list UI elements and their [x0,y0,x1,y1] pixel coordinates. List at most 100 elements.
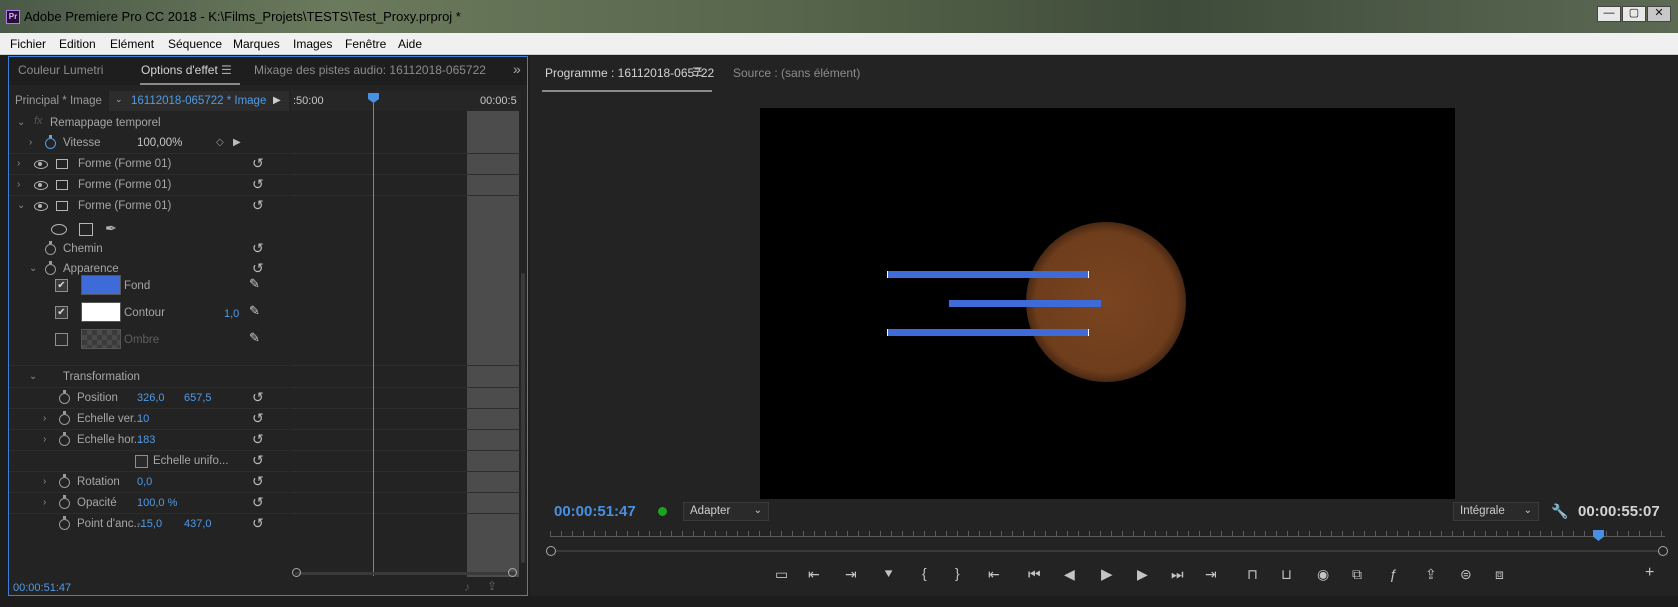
stroke-checkbox[interactable]: ✔ [55,306,68,319]
menu-fichier[interactable]: Fichier [10,37,46,51]
reset-icon[interactable]: ↺ [252,176,264,193]
property-opacity[interactable]: › Opacité 100,0 % ↺ [11,493,289,513]
tab-lumetri-color[interactable]: Couleur Lumetri [18,63,103,77]
safe-margins-icon[interactable]: ▭ [775,566,788,583]
property-scale-horizontal[interactable]: › Echelle hor... 183 ↺ [11,430,289,450]
tab-program[interactable]: Programme : 16112018-065722 [545,66,714,80]
stopwatch-icon[interactable] [45,241,56,255]
opacity-value[interactable]: 100,0 % [137,497,177,509]
reset-icon[interactable]: ↺ [252,431,264,448]
tab-source[interactable]: Source : (sans élément) [733,66,860,80]
reset-icon[interactable]: ↺ [252,452,264,469]
eyedropper-icon[interactable]: ✎ [249,276,260,292]
menu-marques[interactable]: Marques [233,37,280,51]
scrub-zoom-handle-right[interactable] [1658,546,1668,556]
rectangle-mask-icon[interactable] [79,223,93,236]
stopwatch-icon[interactable] [59,432,70,446]
play-audio-icon[interactable]: ▶ [273,95,281,106]
stopwatch-icon[interactable] [45,135,56,149]
property-speed[interactable]: › Vitesse 100,00% ◇ ▶ [11,133,289,153]
reset-icon[interactable]: ↺ [252,410,264,427]
reset-icon[interactable]: ↺ [252,240,264,257]
menu-aide[interactable]: Aide [398,37,422,51]
extract-icon[interactable]: ⊔ [1281,566,1292,583]
vertical-scrollbar[interactable] [521,273,525,563]
sequence-clip-header[interactable]: ⌄ 16112018-065722 * Image [109,91,289,111]
property-anchor-point[interactable]: Point d'anc... -15,0 437,0 ↺ [11,514,289,534]
close-button[interactable]: ✕ [1647,6,1671,22]
export-frame-icon[interactable]: ◉ [1317,566,1329,583]
chevron-down-icon[interactable]: ⌄ [17,117,25,128]
stopwatch-icon[interactable] [59,516,70,530]
blue-bar-shape-middle[interactable] [949,300,1101,307]
minimize-button[interactable]: — [1597,6,1621,22]
stopwatch-icon[interactable] [59,495,70,509]
anchor-x-value[interactable]: -15,0 [137,518,162,530]
play-icon[interactable]: ▶ [1101,565,1113,583]
stroke-color-swatch[interactable] [81,302,121,322]
blue-bar-shape-bottom[interactable] [887,329,1089,336]
chevron-right-icon[interactable]: › [43,413,46,424]
step-forward-edit-icon[interactable]: ⏭ [1171,566,1184,583]
wrench-settings-icon[interactable]: 🔧 [1551,503,1568,520]
quality-dropdown[interactable]: Intégrale ⌄ [1453,502,1539,521]
ellipse-mask-icon[interactable] [51,224,67,235]
in-bracket-icon[interactable]: { [922,565,927,581]
property-position[interactable]: Position 326,0 657,5 ↺ [11,388,289,408]
scale-horizontal-value[interactable]: 183 [137,434,155,446]
program-video-frame[interactable] [760,108,1455,499]
add-marker-icon[interactable]: ⯆ [883,566,894,583]
eye-icon[interactable] [34,202,48,211]
playhead-line[interactable] [373,103,374,576]
master-clip-label[interactable]: Principal * Image [15,95,102,107]
zoom-handle-left[interactable] [292,568,301,577]
effect-timeline-ruler[interactable]: :50:00 00:00:5 [291,91,521,111]
speed-value[interactable]: 100,00% [137,137,182,149]
step-back-edit-icon[interactable]: ⏮ [1028,566,1041,583]
reset-icon[interactable]: ↺ [252,515,264,532]
vr-video-icon[interactable]: ⊜ [1460,566,1472,583]
lift-icon[interactable]: ⊓ [1247,566,1258,583]
zoom-handle-right[interactable] [508,568,517,577]
add-keyframe-icon[interactable]: ◇ [216,137,224,148]
chevron-down-icon[interactable]: ⌄ [29,371,37,382]
blue-bar-shape-top[interactable] [887,271,1089,278]
menu-fenetre[interactable]: Fenêtre [345,37,386,51]
rotation-value[interactable]: 0,0 [137,476,152,488]
timeline-zoom-scrollbar[interactable] [295,572,515,575]
stroke-width-value[interactable]: 1,0 [224,308,239,320]
shadow-color-swatch[interactable] [81,329,121,349]
panel-menu-icon[interactable]: ☰ [692,65,703,79]
export-icon[interactable]: ⇪ [487,579,497,593]
reset-icon[interactable]: ↺ [252,389,264,406]
menu-sequence[interactable]: Séquence [168,37,222,51]
anchor-y-value[interactable]: 437,0 [184,518,212,530]
property-scale-vertical[interactable]: › Echelle ver... 10 ↺ [11,409,289,429]
more-panels-icon[interactable]: » [513,61,521,77]
chevron-right-icon[interactable]: › [29,137,32,148]
property-path[interactable]: Chemin ↺ [11,239,289,259]
chevron-right-icon[interactable]: › [17,179,20,190]
effect-time-remapping[interactable]: ⌄ fx Remappage temporel [11,113,289,133]
property-transform[interactable]: ⌄ Transformation [11,367,289,387]
maximize-button[interactable]: ▢ [1622,6,1646,22]
chevron-down-icon[interactable]: ⌄ [17,200,25,211]
mark-in-icon[interactable]: ⇤ [808,566,820,583]
fill-color-swatch[interactable] [81,275,121,295]
out-bracket-icon[interactable]: } [955,565,960,581]
multicam-icon[interactable]: ⧈ [1495,566,1504,583]
stopwatch-icon[interactable] [45,261,56,275]
effect-shape-1[interactable]: › Forme (Forme 01) ↺ [11,154,289,174]
effect-timeline-area[interactable] [291,111,521,577]
scale-vertical-value[interactable]: 10 [137,413,149,425]
eyedropper-icon[interactable]: ✎ [249,330,260,346]
step-back-icon[interactable]: ◀ [1064,566,1075,583]
shadow-checkbox[interactable] [55,333,68,346]
reset-icon[interactable]: ↺ [252,494,264,511]
compare-view-icon[interactable]: ⧉ [1352,566,1362,583]
reset-icon[interactable]: ↺ [252,473,264,490]
property-rotation[interactable]: › Rotation 0,0 ↺ [11,472,289,492]
reset-icon[interactable]: ↺ [252,197,264,214]
add-button-icon[interactable]: + [1645,564,1654,582]
chevron-down-icon[interactable]: ⌄ [29,263,37,274]
